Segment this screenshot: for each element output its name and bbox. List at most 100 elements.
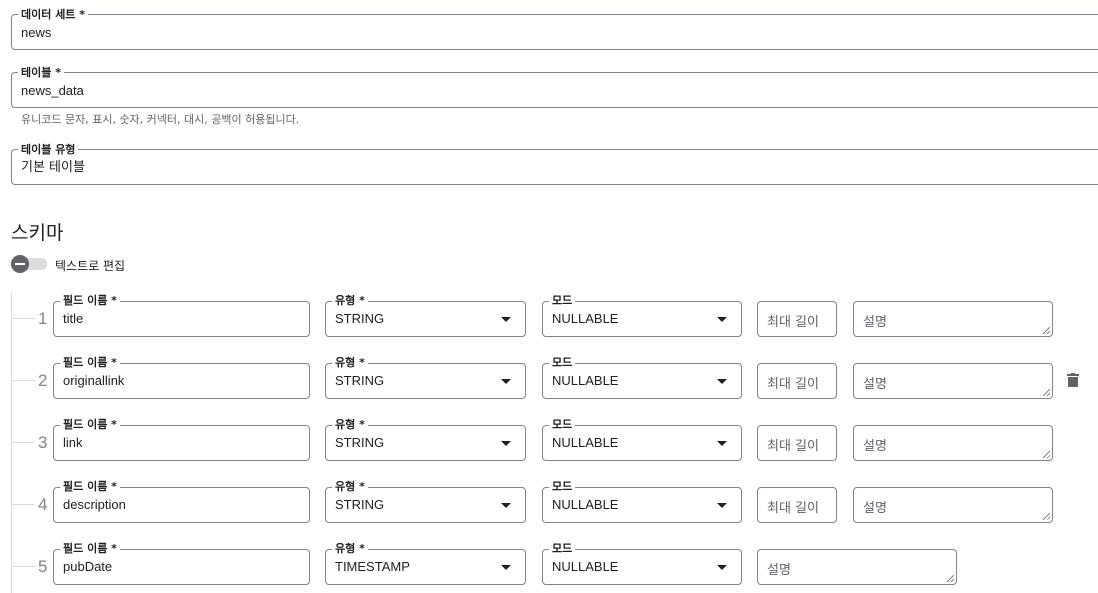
type-value: TIMESTAMP <box>335 559 410 574</box>
mode-label: 모드 <box>549 356 576 370</box>
resize-handle-icon[interactable] <box>1043 389 1050 396</box>
mode-select[interactable]: 모드 NULLABLE <box>542 542 742 585</box>
field-name-value: link <box>63 435 83 450</box>
resize-handle-icon[interactable] <box>1043 451 1050 458</box>
caret-down-icon <box>501 565 511 570</box>
resize-handle-icon[interactable] <box>947 575 954 582</box>
tree-branch <box>11 504 35 505</box>
trash-icon[interactable] <box>1067 373 1079 389</box>
type-label: 유형 * <box>332 418 368 432</box>
caret-down-icon <box>501 317 511 322</box>
schema-row: 1 필드 이름 * title 유형 * STRING 모드 NULLABLE … <box>0 294 1098 337</box>
type-value: STRING <box>335 311 385 326</box>
caret-down-icon <box>717 379 727 384</box>
edit-as-text-toggle[interactable] <box>11 255 47 273</box>
type-label: 유형 * <box>332 294 368 308</box>
tree-branch <box>11 442 35 443</box>
description-textarea[interactable]: 설명 <box>853 363 1053 399</box>
schema-row: 5 필드 이름 * pubDate 유형 * TIMESTAMP 모드 NULL… <box>0 542 1098 585</box>
caret-down-icon <box>717 441 727 446</box>
max-length-placeholder: 최대 길이 <box>767 377 819 392</box>
mode-label: 모드 <box>549 542 576 556</box>
dataset-value: news <box>21 25 52 40</box>
mode-value: NULLABLE <box>552 373 619 388</box>
max-length-input[interactable]: 최대 길이 <box>757 363 837 399</box>
caret-down-icon <box>501 503 511 508</box>
caret-down-icon <box>717 565 727 570</box>
mode-value: NULLABLE <box>552 559 619 574</box>
field-name-input[interactable]: 필드 이름 * description <box>53 480 310 523</box>
type-label: 유형 * <box>332 356 368 370</box>
mode-value: NULLABLE <box>552 311 619 326</box>
row-index: 1 <box>38 309 48 328</box>
description-placeholder: 설명 <box>767 563 791 578</box>
type-value: STRING <box>335 497 385 512</box>
row-index: 3 <box>38 433 48 452</box>
max-length-input[interactable]: 최대 길이 <box>757 425 837 461</box>
field-name-value: pubDate <box>63 559 113 574</box>
max-length-input[interactable]: 최대 길이 <box>757 487 837 523</box>
table-type-value: 기본 테이블 <box>21 160 85 175</box>
tree-branch <box>11 566 35 567</box>
schema-row: 2 필드 이름 * originallink 유형 * STRING 모드 NU… <box>0 356 1098 399</box>
description-textarea[interactable]: 설명 <box>853 425 1053 461</box>
description-placeholder: 설명 <box>863 315 887 330</box>
field-name-value: description <box>63 497 126 512</box>
type-select[interactable]: 유형 * TIMESTAMP <box>325 542 526 585</box>
caret-down-icon <box>717 503 727 508</box>
type-select[interactable]: 유형 * STRING <box>325 356 526 399</box>
table-hint: 유니코드 문자, 표시, 숫자, 커넥터, 대시, 공백이 허용됩니다. <box>21 113 300 126</box>
caret-down-icon <box>717 317 727 322</box>
field-name-input[interactable]: 필드 이름 * originallink <box>53 356 310 399</box>
mode-label: 모드 <box>549 418 576 432</box>
field-name-input[interactable]: 필드 이름 * link <box>53 418 310 461</box>
max-length-placeholder: 최대 길이 <box>767 439 819 454</box>
max-length-placeholder: 최대 길이 <box>767 501 819 516</box>
type-label: 유형 * <box>332 542 368 556</box>
description-placeholder: 설명 <box>863 439 887 454</box>
table-field[interactable]: 테이블 * news_data <box>11 66 1098 108</box>
dataset-field[interactable]: 데이터 세트 * news <box>11 8 1098 50</box>
field-name-value: title <box>63 311 84 326</box>
caret-down-icon <box>501 441 511 446</box>
schema-title: 스키마 <box>11 222 64 244</box>
field-name-label: 필드 이름 * <box>60 480 120 494</box>
description-placeholder: 설명 <box>863 377 887 392</box>
tree-branch <box>11 318 35 319</box>
mode-value: NULLABLE <box>552 497 619 512</box>
caret-down-icon <box>501 379 511 384</box>
description-textarea[interactable]: 설명 <box>853 301 1053 337</box>
resize-handle-icon[interactable] <box>1043 327 1050 334</box>
table-type-field[interactable]: 테이블 유형 기본 테이블 <box>11 143 1098 185</box>
type-select[interactable]: 유형 * STRING <box>325 418 526 461</box>
description-placeholder: 설명 <box>863 501 887 516</box>
edit-as-text-label: 텍스트로 편집 <box>55 259 126 273</box>
toggle-thumb-icon <box>11 255 29 273</box>
field-name-label: 필드 이름 * <box>60 542 120 556</box>
max-length-input[interactable]: 최대 길이 <box>757 301 837 337</box>
field-name-label: 필드 이름 * <box>60 294 120 308</box>
resize-handle-icon[interactable] <box>1043 513 1050 520</box>
mode-select[interactable]: 모드 NULLABLE <box>542 294 742 337</box>
field-name-input[interactable]: 필드 이름 * title <box>53 294 310 337</box>
field-name-label: 필드 이름 * <box>60 356 120 370</box>
type-select[interactable]: 유형 * STRING <box>325 480 526 523</box>
description-textarea[interactable]: 설명 <box>853 487 1053 523</box>
mode-select[interactable]: 모드 NULLABLE <box>542 480 742 523</box>
row-index: 5 <box>38 557 48 576</box>
schema-row: 4 필드 이름 * description 유형 * STRING 모드 NUL… <box>0 480 1098 523</box>
mode-select[interactable]: 모드 NULLABLE <box>542 418 742 461</box>
mode-value: NULLABLE <box>552 435 619 450</box>
tree-branch <box>11 380 35 381</box>
max-length-placeholder: 최대 길이 <box>767 315 819 330</box>
type-select[interactable]: 유형 * STRING <box>325 294 526 337</box>
type-value: STRING <box>335 435 385 450</box>
field-name-label: 필드 이름 * <box>60 418 120 432</box>
table-type-label: 테이블 유형 <box>18 143 79 157</box>
field-name-input[interactable]: 필드 이름 * pubDate <box>53 542 310 585</box>
mode-label: 모드 <box>549 480 576 494</box>
mode-select[interactable]: 모드 NULLABLE <box>542 356 742 399</box>
description-textarea[interactable]: 설명 <box>757 549 957 585</box>
field-name-value: originallink <box>63 373 125 388</box>
mode-label: 모드 <box>549 294 576 308</box>
